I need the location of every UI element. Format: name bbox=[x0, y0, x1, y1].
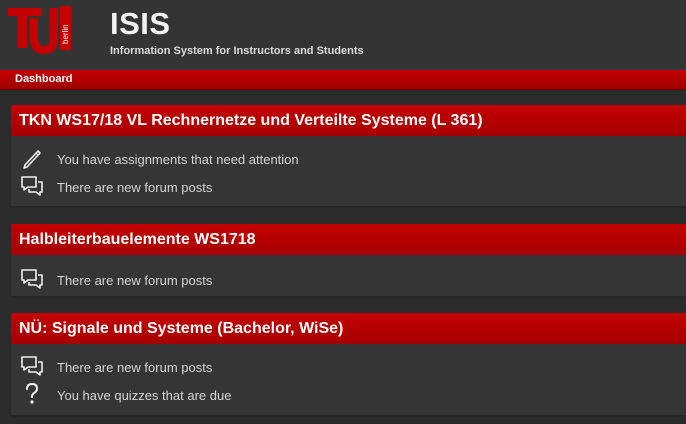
notification-item[interactable]: There are new forum posts bbox=[11, 353, 686, 381]
forum-icon bbox=[21, 176, 43, 196]
tu-berlin-logo[interactable]: berlin bbox=[6, 4, 72, 58]
notification-item[interactable]: You have quizzes that are due bbox=[11, 381, 686, 409]
course-title[interactable]: TKN WS17/18 VL Rechnernetze und Verteilt… bbox=[11, 105, 686, 136]
notification-list: There are new forum posts You have quizz… bbox=[11, 344, 686, 409]
logo-text: berlin bbox=[61, 24, 70, 44]
question-icon bbox=[26, 383, 39, 404]
notification-item[interactable]: There are new forum posts bbox=[11, 266, 686, 294]
site-header: berlin ISIS Information System for Instr… bbox=[0, 0, 686, 70]
course-card: NÜ: Signale und Systeme (Bachelor, WiSe)… bbox=[11, 313, 686, 417]
course-card: Halbleiterbauelemente WS1718 There are n… bbox=[11, 224, 686, 298]
course-title[interactable]: NÜ: Signale und Systeme (Bachelor, WiSe) bbox=[11, 313, 686, 344]
navigation-bar: Dashboard bbox=[0, 70, 686, 90]
app-title: ISIS bbox=[110, 6, 171, 41]
nav-dashboard-link[interactable]: Dashboard bbox=[15, 73, 72, 85]
notification-text: You have assignments that need attention bbox=[57, 152, 299, 167]
pencil-icon bbox=[23, 150, 41, 169]
notification-item[interactable]: You have assignments that need attention bbox=[11, 145, 686, 173]
notification-list: There are new forum posts bbox=[11, 255, 686, 294]
course-card: TKN WS17/18 VL Rechnernetze und Verteilt… bbox=[11, 105, 686, 208]
notification-text: You have quizzes that are due bbox=[57, 388, 232, 403]
notification-item[interactable]: There are new forum posts bbox=[11, 173, 686, 201]
course-title[interactable]: Halbleiterbauelemente WS1718 bbox=[11, 224, 686, 255]
notification-text: There are new forum posts bbox=[57, 360, 213, 375]
notification-text: There are new forum posts bbox=[57, 273, 213, 288]
notification-list: You have assignments that need attention… bbox=[11, 136, 686, 201]
notification-text: There are new forum posts bbox=[57, 180, 213, 195]
forum-icon bbox=[21, 269, 43, 289]
forum-icon bbox=[21, 356, 43, 376]
app-subtitle: Information System for Instructors and S… bbox=[110, 45, 364, 57]
